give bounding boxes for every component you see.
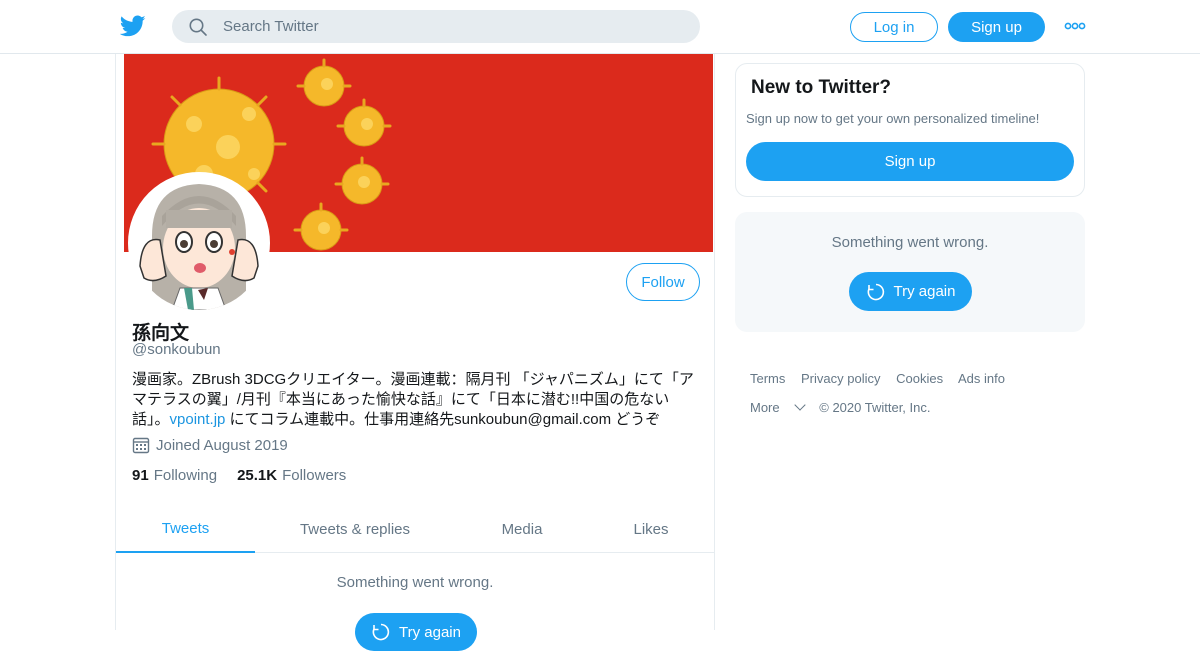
joined-text: Joined August 2019: [156, 436, 288, 454]
following-count: 91: [132, 467, 149, 484]
followers-label: Followers: [282, 467, 347, 484]
footer-privacy-link[interactable]: Privacy policy: [801, 371, 880, 386]
avatar-illustration: [132, 176, 266, 310]
chevron-down-icon: [793, 399, 806, 411]
timeline-retry-button[interactable]: Try again: [355, 613, 477, 651]
new-to-twitter-card: New to Twitter? Sign up now to get your …: [735, 63, 1085, 197]
sidebar-footer: Terms Privacy policy Cookies Ads info Mo…: [750, 364, 1080, 422]
new-to-twitter-title: New to Twitter?: [751, 77, 892, 98]
footer-more-label: More: [750, 400, 780, 415]
following-stat[interactable]: 91 Following: [132, 467, 217, 484]
bio-text-continued: にてコラム連載中。仕事用連絡先sunkoubun@gmail.com どうぞ: [225, 411, 661, 428]
refresh-icon: [372, 623, 390, 641]
follow-button[interactable]: Follow: [626, 263, 700, 301]
profile-stats: 91 Following 25.1K Followers: [132, 467, 366, 484]
profile-handle[interactable]: @sonkoubun: [132, 341, 221, 358]
timeline-error-message: Something went wrong.: [336, 574, 494, 591]
twitter-bird-icon[interactable]: [120, 13, 146, 39]
search-box[interactable]: Search Twitter: [172, 10, 700, 43]
search-icon: [189, 18, 207, 36]
new-to-twitter-subtitle: Sign up now to get your own personalized…: [746, 111, 1040, 126]
footer-copyright: © 2020 Twitter, Inc.: [819, 400, 931, 415]
calendar-icon: [132, 437, 150, 454]
followers-stat[interactable]: 25.1K Followers: [237, 467, 346, 484]
search-placeholder: Search Twitter: [223, 18, 319, 35]
footer-more-button[interactable]: More: [750, 399, 806, 415]
profile-bio: 漫画家。ZBrush 3DCGクリエイター。漫画連載：隔月刊 「ジャパニズム」に…: [132, 370, 704, 430]
following-label: Following: [153, 467, 218, 484]
tab-likes[interactable]: Likes: [596, 506, 706, 553]
signup-button[interactable]: Sign up: [948, 12, 1045, 42]
footer-terms-link[interactable]: Terms: [750, 371, 785, 386]
sidebar-error-message: Something went wrong.: [831, 234, 989, 251]
login-button[interactable]: Log in: [850, 12, 938, 42]
sidebar-error-card: Something went wrong. Try again: [735, 212, 1085, 332]
profile-column: Follow 孫向文 @sonkoubun 漫画家。ZBrush 3DCGクリエ…: [115, 54, 715, 651]
tab-tweets[interactable]: Tweets: [116, 506, 255, 553]
joined-date: Joined August 2019: [132, 436, 288, 454]
refresh-icon: [867, 283, 884, 300]
profile-tabs: Tweets Tweets & replies Media Likes: [116, 506, 714, 553]
more-options-icon[interactable]: [1064, 20, 1086, 32]
tab-media[interactable]: Media: [466, 506, 578, 553]
footer-ads-link[interactable]: Ads info: [958, 371, 1005, 386]
footer-cookies-link[interactable]: Cookies: [896, 371, 943, 386]
bio-link[interactable]: vpoint.jp: [170, 411, 226, 428]
sidebar-signup-button[interactable]: Sign up: [746, 142, 1074, 181]
profile-avatar[interactable]: [128, 172, 270, 314]
sidebar-retry-label: Try again: [893, 283, 956, 300]
sidebar-retry-button[interactable]: Try again: [849, 272, 972, 311]
top-navigation-bar: Search Twitter Log in Sign up: [0, 0, 1200, 54]
followers-count: 25.1K: [237, 467, 278, 484]
tab-tweets-replies[interactable]: Tweets & replies: [275, 506, 435, 553]
timeline-retry-label: Try again: [399, 623, 461, 641]
